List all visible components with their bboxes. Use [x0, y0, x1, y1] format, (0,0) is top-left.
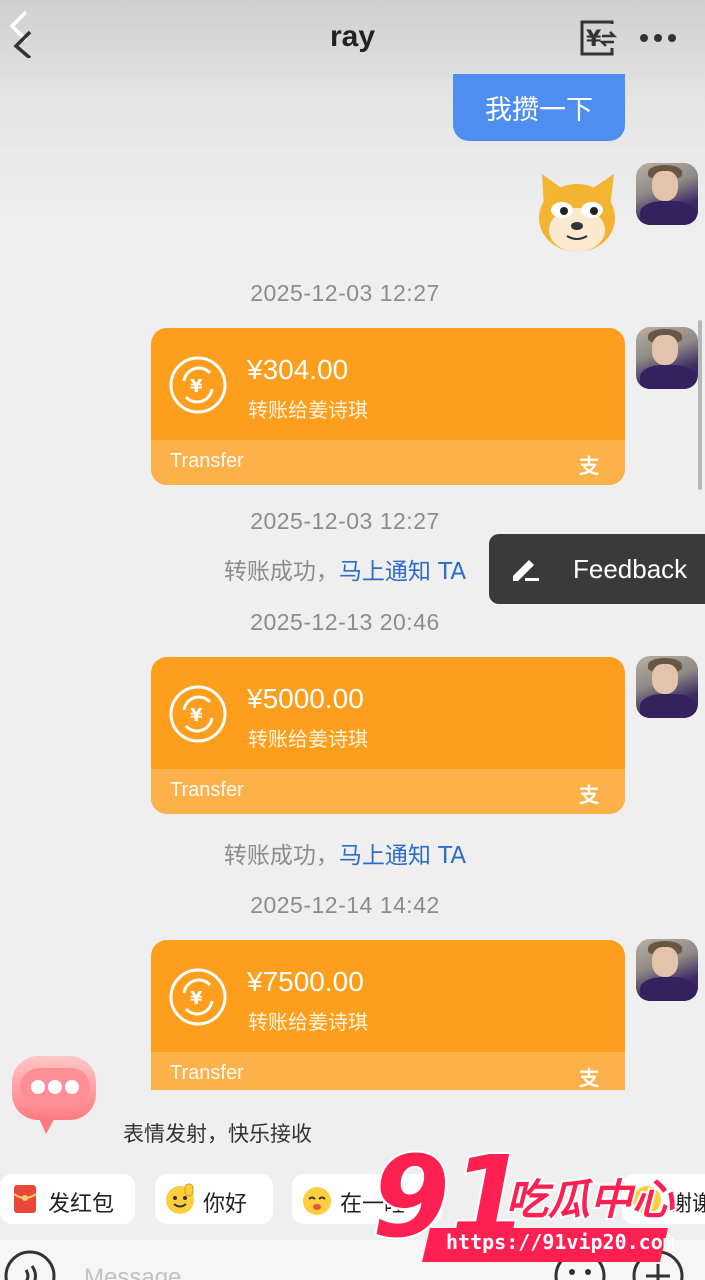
transfer-amount: ¥7500.00 [247, 966, 364, 997]
transfer-recipient: 转账给姜诗琪 [248, 727, 368, 751]
watermark-url: https://91vip20.com [446, 1230, 675, 1254]
svg-text:¥: ¥ [190, 988, 203, 1009]
notify-link[interactable]: 马上通知 TA [339, 559, 466, 585]
alipay-icon: 支 [579, 1066, 599, 1090]
doge-sticker[interactable] [534, 168, 620, 254]
notify-link[interactable]: 马上通知 TA [339, 843, 466, 869]
transfer-label: Transfer [170, 450, 244, 472]
quick-reply-hello[interactable]: 你好 [155, 1174, 273, 1224]
timestamp: 2025-12-14 14:42 [250, 892, 440, 918]
quick-reply-label: 发红包 [48, 1192, 115, 1217]
transfer-recipient: 转账给姜诗琪 [248, 1010, 368, 1034]
transfer-label: Transfer [170, 1062, 244, 1084]
edit-icon [513, 560, 539, 581]
transfer-yuan-icon[interactable]: ¥ [578, 18, 618, 58]
avatar[interactable] [636, 656, 698, 718]
sleep-emoji-icon [303, 1187, 331, 1215]
wave-emoji-icon [166, 1183, 194, 1214]
feedback-button[interactable]: Feedback [489, 534, 705, 604]
avatar[interactable] [636, 939, 698, 1001]
more-icon[interactable] [638, 18, 678, 58]
quick-reply-label: 你好 [203, 1192, 248, 1217]
back-arrow-icon[interactable] [4, 8, 44, 58]
transfer-amount: ¥304.00 [247, 354, 349, 385]
transfer-status: 转账成功，马上通知 TA [0, 836, 690, 870]
sent-text-bubble[interactable]: 我攒一下 [453, 74, 625, 141]
svg-text:¥: ¥ [190, 705, 203, 726]
transfer-card[interactable]: ¥ ¥7500.00 转账给姜诗琪 Transfer 支 [151, 940, 625, 1090]
transfer-amount: ¥5000.00 [247, 683, 364, 714]
watermark-text: 吃瓜中心 [506, 1175, 675, 1224]
avatar[interactable] [636, 163, 698, 225]
alipay-icon: 支 [579, 783, 599, 807]
chat-header: ray ¥ [0, 0, 705, 80]
yuan-exchange-icon: ¥ [169, 356, 227, 414]
transfer-card[interactable]: ¥ ¥304.00 转账给姜诗琪 Transfer 支 [151, 328, 625, 485]
yuan-exchange-icon: ¥ [169, 968, 227, 1026]
transfer-label: Transfer [170, 779, 244, 801]
svg-text:¥: ¥ [190, 376, 203, 397]
feedback-label: Feedback [573, 554, 688, 584]
watermark: 91 吃瓜中心 https://91vip20.com [368, 1131, 698, 1270]
status-text: 转账成功， [223, 843, 339, 869]
scrollbar[interactable] [698, 320, 702, 490]
message-placeholder: Message [84, 1264, 182, 1280]
avatar[interactable] [636, 327, 698, 389]
emoji-launcher-icon[interactable] [8, 1050, 100, 1138]
timestamp: 2025-12-03 12:27 [250, 280, 440, 306]
status-text: 转账成功， [223, 559, 339, 585]
red-packet-icon [13, 1185, 37, 1213]
transfer-card[interactable]: ¥ ¥5000.00 转账给姜诗琪 Transfer 支 [151, 657, 625, 814]
voice-icon[interactable] [2, 1248, 58, 1280]
emoji-tip-text: 表情发射，快乐接收 [123, 1122, 312, 1146]
alipay-icon: 支 [579, 454, 599, 478]
timestamp: 2025-12-13 20:46 [250, 609, 440, 635]
yuan-exchange-icon: ¥ [169, 685, 227, 743]
svg-text:¥: ¥ [586, 27, 602, 52]
timestamp: 2025-12-03 12:27 [250, 508, 440, 534]
transfer-recipient: 转账给姜诗琪 [248, 398, 368, 422]
quick-reply-red-packet[interactable]: 发红包 [0, 1174, 135, 1224]
